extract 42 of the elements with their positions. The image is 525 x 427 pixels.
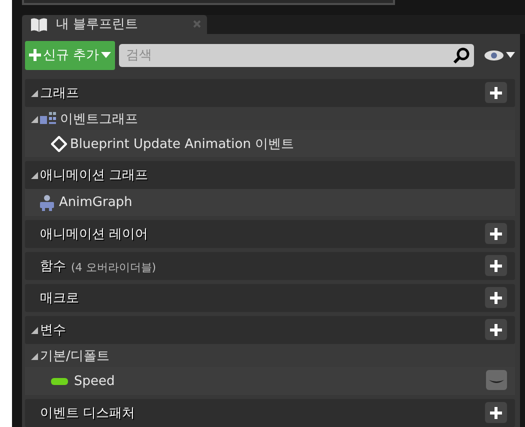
graph-item[interactable]: AnimGraph [59, 195, 132, 210]
diamond-icon [51, 136, 67, 152]
expand-arrow-icon[interactable] [29, 88, 39, 98]
add-button[interactable] [485, 319, 507, 340]
plus-icon [490, 292, 502, 304]
section-note: (4 오버라이더블) [71, 260, 156, 275]
expand-arrow-icon[interactable] [29, 114, 39, 124]
panel-tab[interactable]: 내 블루프린트 [22, 14, 207, 34]
add-button[interactable] [485, 255, 507, 276]
expand-arrow-icon[interactable] [29, 170, 39, 180]
section-title[interactable]: 이벤트 디스패처 [40, 404, 136, 422]
plus-icon [490, 260, 502, 272]
add-button[interactable] [485, 287, 507, 308]
section-title[interactable]: 애니메이션 레이어 [40, 225, 148, 243]
caret-icon [101, 52, 112, 58]
character-icon [38, 194, 56, 212]
search-icon[interactable] [453, 46, 470, 64]
category-label[interactable]: 기본/디폴트 [40, 346, 110, 364]
graph-icon [40, 112, 57, 125]
section-title[interactable]: 함수 [40, 257, 66, 275]
plus-icon [490, 324, 502, 336]
section-title[interactable]: 매크로 [40, 289, 79, 307]
book-icon [30, 16, 48, 32]
plus-icon [490, 228, 502, 240]
expand-arrow-icon[interactable] [29, 350, 39, 360]
section-title[interactable]: 변수 [40, 321, 66, 339]
category-label[interactable]: 이벤트그래프 [60, 110, 138, 128]
plus-icon [490, 86, 502, 98]
search-field[interactable]: 검색 [119, 44, 474, 66]
add-button[interactable] [485, 223, 507, 244]
section-title[interactable]: 그래프 [40, 84, 79, 102]
visibility-toggle-icon[interactable] [486, 370, 507, 390]
view-options-button[interactable] [484, 50, 515, 60]
section-title[interactable]: 애니메이션 그래프 [40, 166, 148, 184]
add-button[interactable] [485, 402, 507, 423]
expand-arrow-icon[interactable] [29, 325, 39, 335]
plus-icon [29, 49, 41, 61]
caret-icon [506, 52, 515, 58]
eye-icon [484, 50, 504, 60]
add-button[interactable] [485, 82, 507, 103]
plus-icon [490, 406, 502, 418]
variable-item[interactable]: Speed [74, 374, 115, 388]
